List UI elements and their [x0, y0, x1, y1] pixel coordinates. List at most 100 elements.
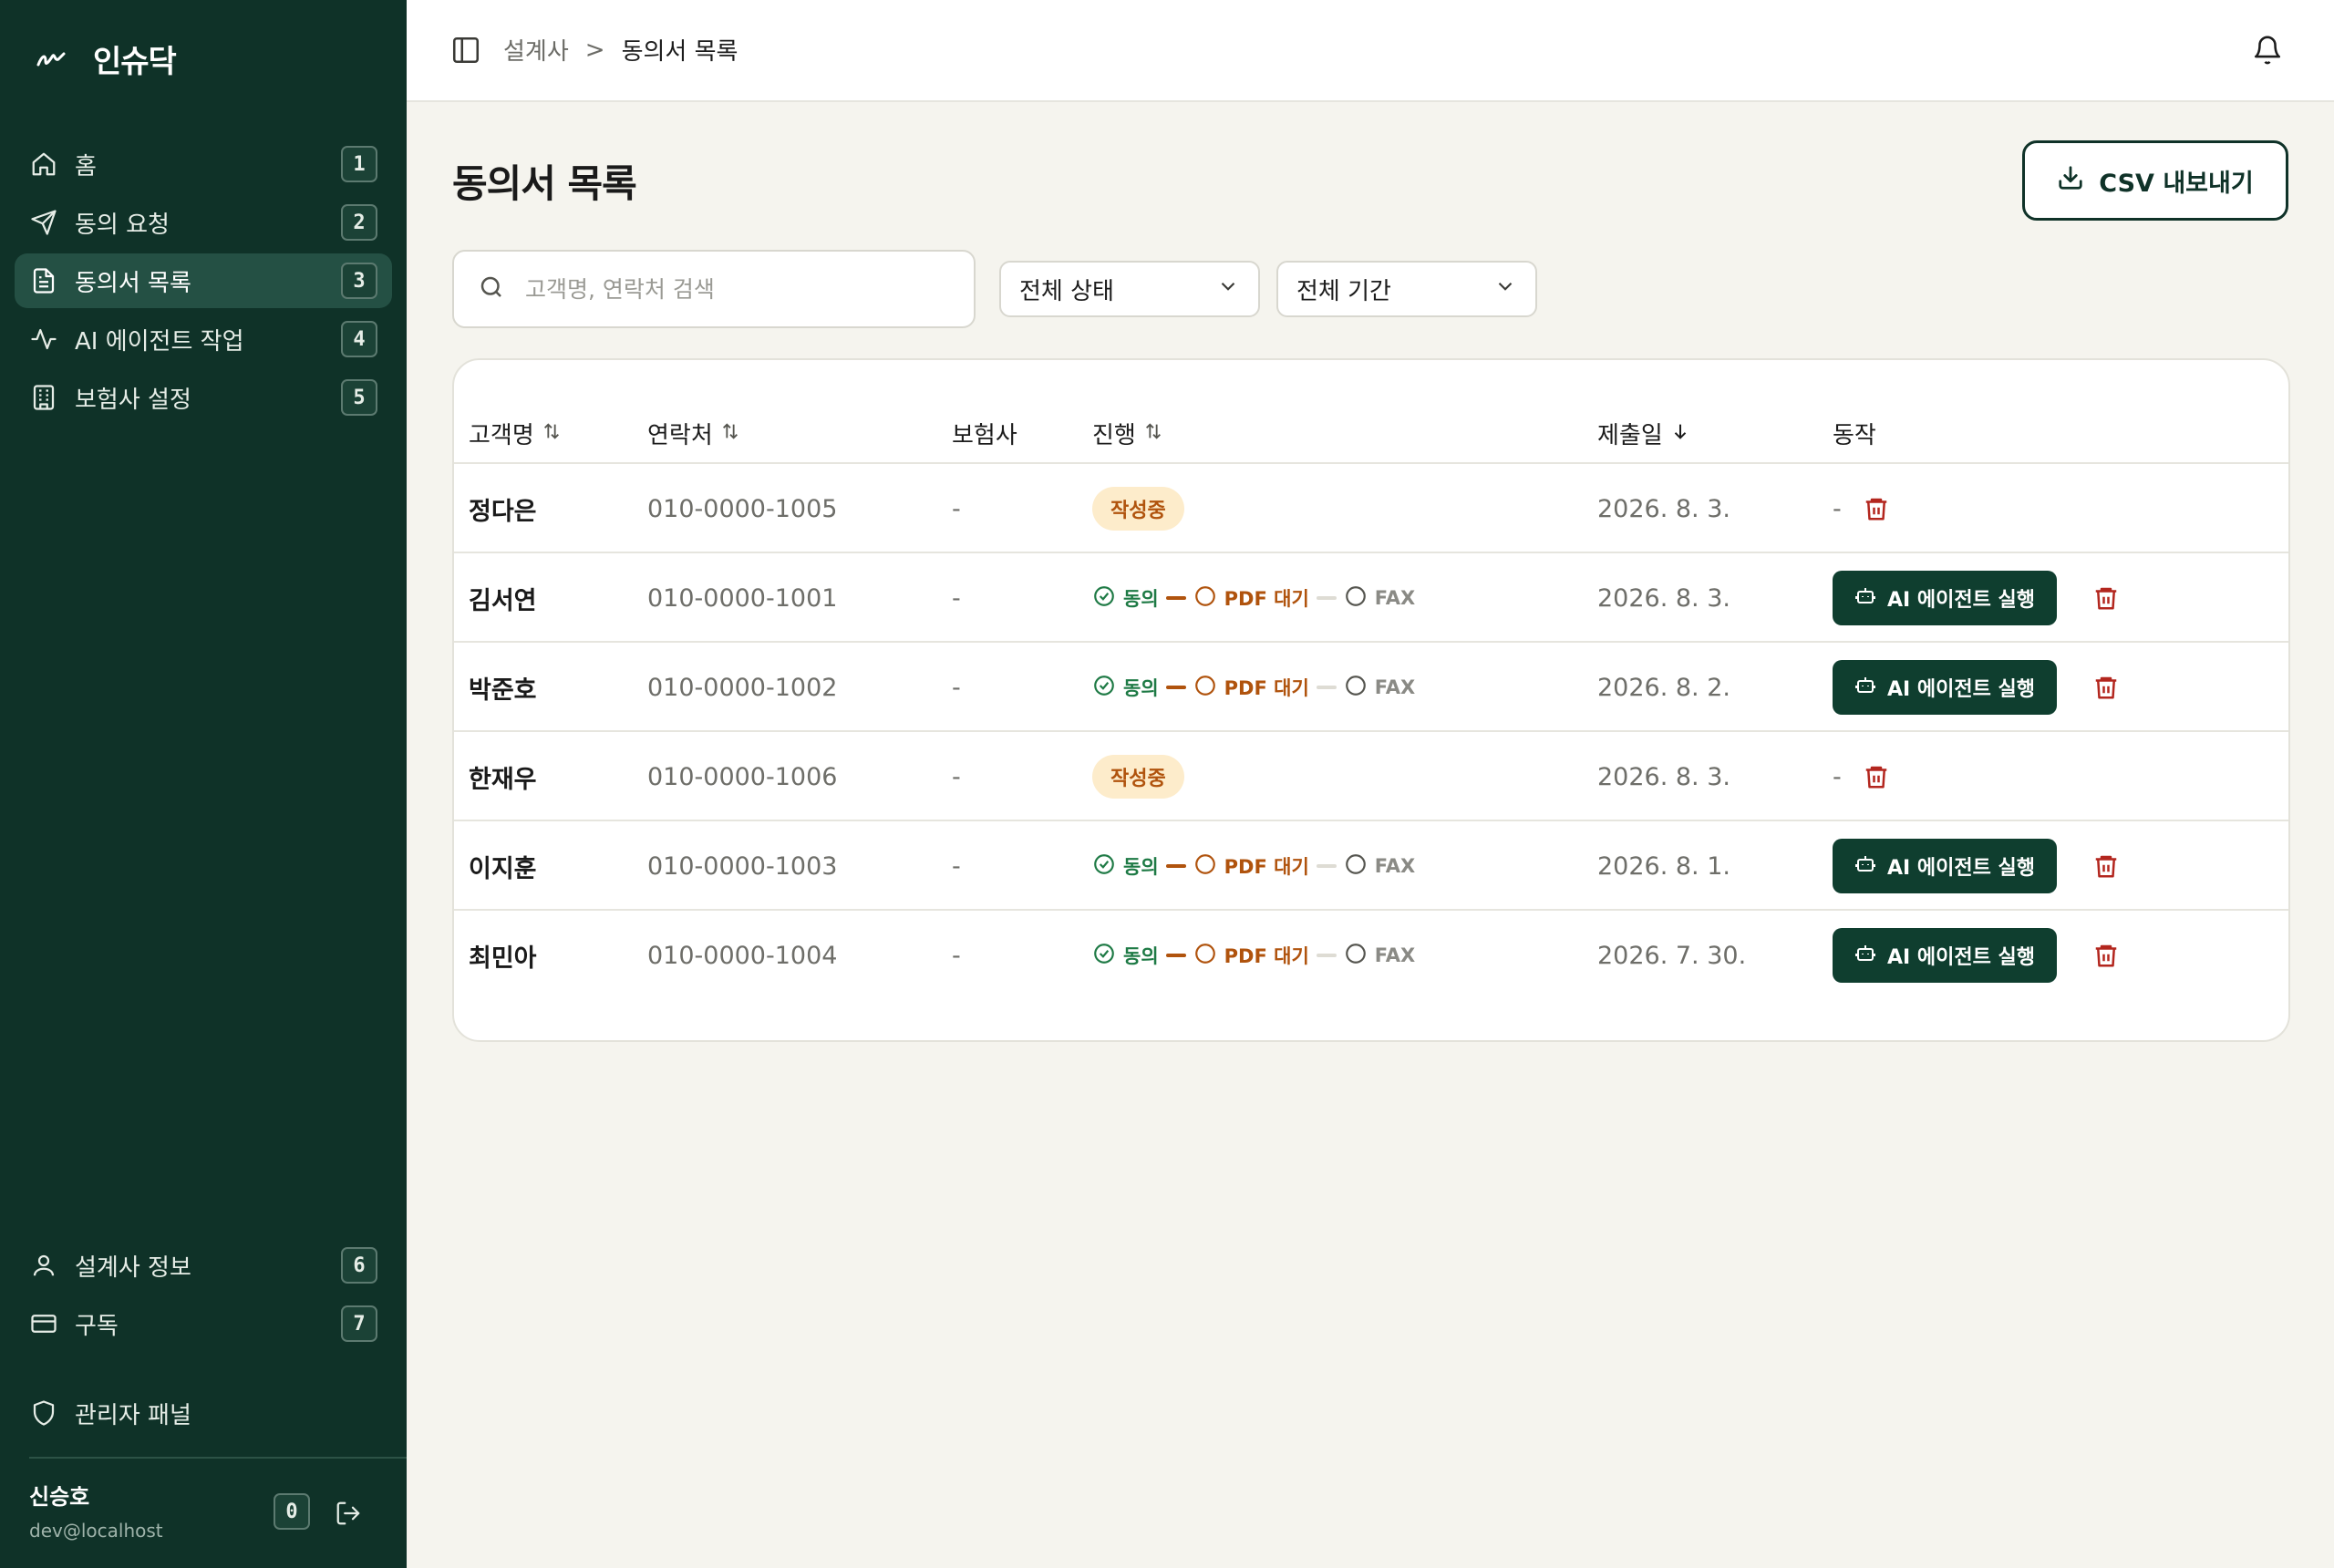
- progress-connector: [1165, 686, 1186, 689]
- progress-connector: [1165, 954, 1186, 957]
- sidebar-item-consent-request[interactable]: 동의 요청 2: [15, 195, 392, 250]
- sidebar-item-label: 동의 요청: [75, 211, 170, 239]
- table-row[interactable]: 최민아 010-0000-1004 - 동의 PDF 대기 FAX 2026. …: [454, 911, 2288, 1000]
- table-row[interactable]: 정다은 010-0000-1005 - 작성중 2026. 8. 3. -: [454, 464, 2288, 553]
- progress-step-label: PDF 대기: [1224, 856, 1309, 878]
- shortcut-badge: 5: [341, 379, 377, 416]
- ai-agent-run-button[interactable]: AI 에이전트 실행: [1833, 839, 2057, 893]
- progress-connector: [1316, 686, 1337, 689]
- cell-customer-name[interactable]: 김서연: [469, 553, 537, 643]
- cell-phone: 010-0000-1003: [647, 851, 838, 881]
- sidebar-item-label: 동의서 목록: [75, 269, 191, 297]
- ai-agent-run-button[interactable]: AI 에이전트 실행: [1833, 571, 2057, 625]
- ai-agent-run-button[interactable]: AI 에이전트 실행: [1833, 660, 2057, 715]
- download-icon: [2057, 164, 2084, 198]
- user-icon: [29, 1251, 58, 1280]
- sidebar-item-label: 설계사 정보: [75, 1253, 191, 1282]
- breadcrumb-current: 동의서 목록: [621, 38, 738, 66]
- status-badge-draft: 작성중: [1092, 487, 1184, 531]
- cell-submitted-date: 2026. 8. 3.: [1597, 583, 1730, 613]
- progress-steps: 동의 PDF 대기 FAX: [1092, 584, 1415, 613]
- cell-phone: 010-0000-1005: [647, 494, 838, 523]
- cell-customer-name[interactable]: 한재우: [469, 732, 537, 821]
- column-header-label: 연락처: [647, 422, 713, 449]
- csv-export-button[interactable]: CSV 내보내기: [2022, 140, 2288, 221]
- cell-customer-name[interactable]: 정다은: [469, 464, 537, 553]
- check-circle-icon: [1092, 674, 1116, 702]
- column-header-phone[interactable]: 연락처: [647, 417, 740, 450]
- cell-actions: AI 에이전트 실행: [1833, 553, 2122, 643]
- no-action: -: [1833, 762, 1842, 791]
- cell-submitted-date: 2026. 8. 2.: [1597, 673, 1730, 702]
- circle-icon: [1344, 852, 1368, 881]
- circle-icon: [1193, 674, 1217, 702]
- ai-agent-run-label: AI 에이전트 실행: [1887, 678, 2035, 701]
- trash-icon[interactable]: [2090, 850, 2122, 882]
- sidebar-item-admin[interactable]: 관리자 패널: [15, 1386, 392, 1440]
- cell-progress: 작성중: [1092, 464, 1184, 553]
- column-header-progress[interactable]: 진행: [1092, 417, 1163, 450]
- progress-steps: 동의 PDF 대기 FAX: [1092, 942, 1415, 970]
- cell-submitted-date: 2026. 8. 1.: [1597, 851, 1730, 881]
- breadcrumb-parent[interactable]: 설계사: [503, 33, 569, 67]
- sidebar-item-ai-agent-jobs[interactable]: AI 에이전트 작업 4: [15, 312, 392, 366]
- cell-progress: 동의 PDF 대기 FAX: [1092, 643, 1415, 732]
- ai-agent-run-button[interactable]: AI 에이전트 실행: [1833, 928, 2057, 983]
- progress-step-label: PDF 대기: [1224, 945, 1309, 967]
- cell-phone: 010-0000-1004: [647, 941, 838, 970]
- shortcut-badge: 2: [341, 204, 377, 241]
- column-header-insurer: 보험사: [952, 417, 1017, 450]
- status-filter-select[interactable]: 전체 상태: [999, 261, 1260, 317]
- progress-step-label: PDF 대기: [1224, 677, 1309, 699]
- trash-icon[interactable]: [1860, 492, 1893, 525]
- sidebar-item-insurer-settings[interactable]: 보험사 설정 5: [15, 370, 392, 425]
- building-icon: [29, 383, 58, 412]
- table-row[interactable]: 한재우 010-0000-1006 - 작성중 2026. 8. 3. -: [454, 732, 2288, 821]
- progress-step-agree: 동의: [1092, 942, 1159, 970]
- bell-icon[interactable]: [2252, 35, 2285, 67]
- sidebar-toggle-icon[interactable]: [450, 35, 481, 66]
- progress-steps: 동의 PDF 대기 FAX: [1092, 852, 1415, 881]
- cell-phone: 010-0000-1002: [647, 673, 838, 702]
- user-profile: 신승호 dev@localhost 0: [29, 1479, 376, 1552]
- progress-step-fax: FAX: [1344, 852, 1415, 881]
- cell-customer-name[interactable]: 최민아: [469, 911, 537, 1000]
- column-header-submitted[interactable]: 제출일: [1597, 417, 1690, 450]
- progress-step-agree: 동의: [1092, 852, 1159, 881]
- progress-step-label: 동의: [1123, 677, 1159, 699]
- cell-customer-name[interactable]: 이지훈: [469, 821, 537, 911]
- trash-icon[interactable]: [2090, 939, 2122, 972]
- cell-actions: -: [1833, 732, 1893, 821]
- table-row[interactable]: 김서연 010-0000-1001 - 동의 PDF 대기 FAX 2026. …: [454, 553, 2288, 643]
- cell-progress: 작성중: [1092, 732, 1184, 821]
- cell-submitted-date: 2026. 8. 3.: [1597, 494, 1730, 523]
- sidebar-item-planner-info[interactable]: 설계사 정보 6: [15, 1238, 392, 1293]
- shortcut-badge: 1: [341, 146, 377, 182]
- column-header-label: 보험사: [952, 422, 1017, 449]
- sidebar-item-subscription[interactable]: 구독 7: [15, 1296, 392, 1351]
- topbar: 설계사 > 동의서 목록: [407, 0, 2334, 102]
- trash-icon[interactable]: [1860, 760, 1893, 793]
- user-email: dev@localhost: [29, 1520, 163, 1542]
- circle-icon: [1344, 942, 1368, 970]
- logout-icon[interactable]: [330, 1495, 367, 1532]
- cell-customer-name[interactable]: 박준호: [469, 643, 537, 732]
- brand[interactable]: 인슈닥: [33, 36, 177, 81]
- sidebar-item-home[interactable]: 홈 1: [15, 137, 392, 191]
- sidebar-nav: 홈 1 동의 요청 2 동의서 목록 3 AI 에이전트 작업 4 보험사 설정…: [15, 137, 392, 428]
- table-row[interactable]: 박준호 010-0000-1002 - 동의 PDF 대기 FAX 2026. …: [454, 643, 2288, 732]
- period-filter-select[interactable]: 전체 기간: [1276, 261, 1537, 317]
- shortcut-badge: 6: [341, 1247, 377, 1284]
- progress-step-agree: 동의: [1092, 674, 1159, 702]
- sidebar-item-consent-list[interactable]: 동의서 목록 3: [15, 253, 392, 308]
- trash-icon[interactable]: [2090, 582, 2122, 614]
- trash-icon[interactable]: [2090, 671, 2122, 704]
- column-header-name[interactable]: 고객명: [469, 417, 562, 450]
- progress-connector: [1165, 596, 1186, 600]
- page-title: 동의서 목록: [452, 161, 637, 206]
- progress-step-fax: FAX: [1344, 584, 1415, 613]
- column-header-actions: 동작: [1833, 417, 1876, 450]
- table-row[interactable]: 이지훈 010-0000-1003 - 동의 PDF 대기 FAX 2026. …: [454, 821, 2288, 911]
- cell-insurer: -: [952, 762, 961, 791]
- search-input[interactable]: [525, 275, 945, 303]
